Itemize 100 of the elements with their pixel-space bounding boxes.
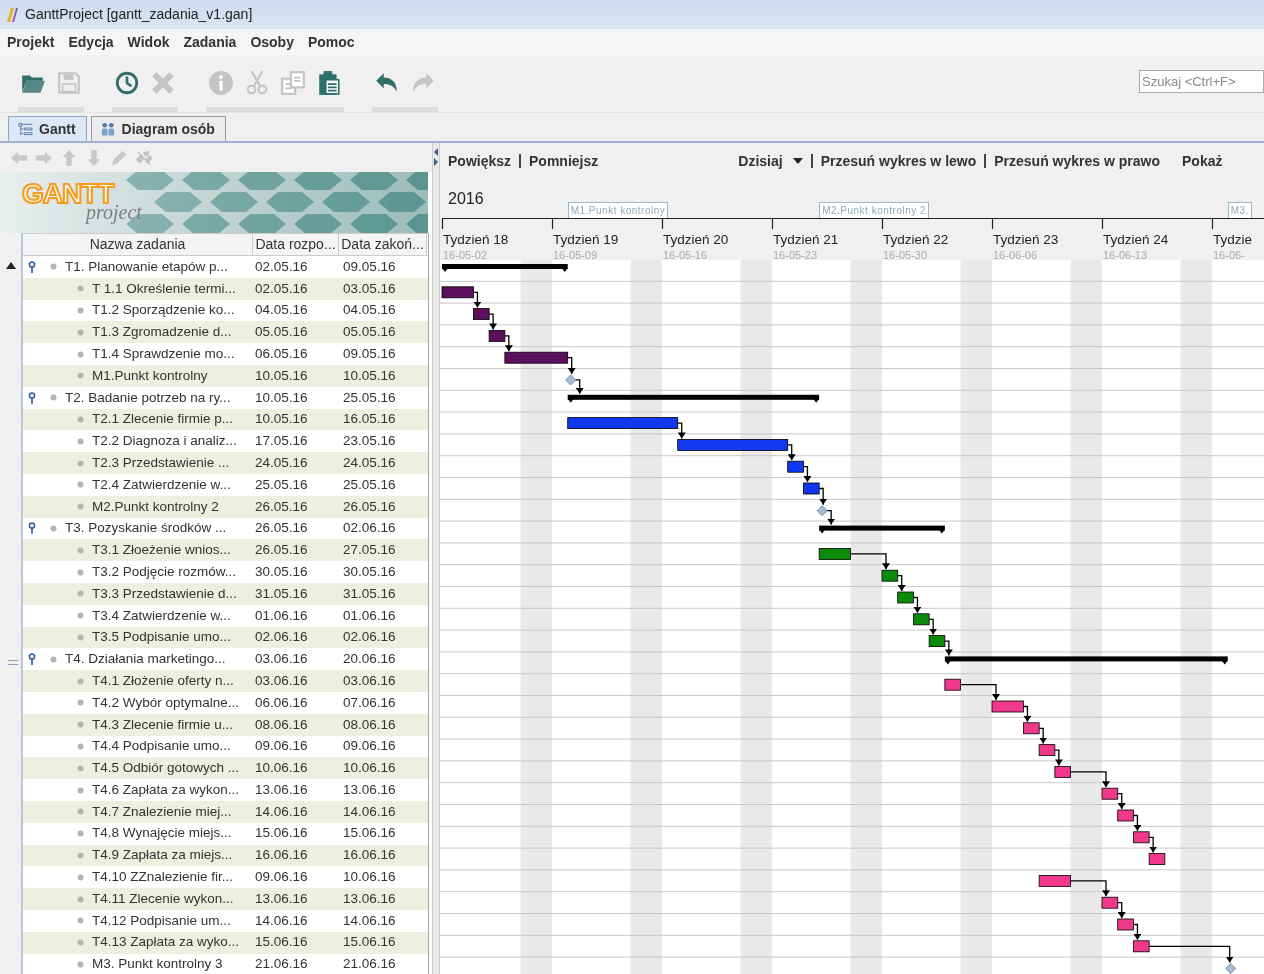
tree-toggle-icon[interactable] (28, 260, 36, 273)
menu-item[interactable]: Widok (120, 31, 177, 53)
task-bar[interactable] (913, 613, 930, 626)
summary-bar[interactable] (819, 525, 945, 534)
table-cell-text: 09.05.16 (342, 344, 397, 363)
table-cell-text: 31.05.16 (254, 584, 309, 603)
tab[interactable]: Diagram osób (90, 116, 226, 141)
task-name: T4.11 Zlecenie wykon... (92, 889, 234, 908)
menu-item[interactable]: Pomoc (300, 31, 362, 53)
task-bar[interactable] (1117, 809, 1134, 822)
tree-list-icon (17, 121, 33, 137)
tree-toggle-icon[interactable] (28, 522, 36, 535)
task-bar[interactable] (991, 700, 1024, 713)
paste-icon (316, 70, 342, 96)
tree-toggle-icon[interactable] (28, 391, 36, 404)
table-cell-text: 08.06.16 (342, 715, 397, 734)
table-cell-text: 02.06.16 (342, 628, 397, 647)
caret-icon[interactable] (792, 158, 803, 164)
table-cell-text: 10.06.16 (254, 759, 309, 778)
task-name: M1.Punkt kontrolny (92, 366, 208, 385)
task-name: T2.2 Diagnoza i analiz... (92, 432, 237, 451)
tree-toggle-icon[interactable] (28, 653, 36, 666)
info-icon (208, 70, 234, 96)
task-name: T1. Planowanie etapów p... (65, 257, 228, 276)
task-bar[interactable] (803, 482, 820, 495)
chart-link[interactable]: Powiększ (448, 150, 512, 172)
summary-bar[interactable] (944, 656, 1228, 665)
table-cell-text: 27.05.16 (342, 541, 397, 560)
scroll-up-icon[interactable] (6, 262, 16, 269)
task-bar[interactable] (1023, 722, 1040, 735)
task-bar[interactable] (441, 286, 474, 299)
task-dot-icon (77, 917, 84, 925)
column-header[interactable]: Data rozpo... (253, 234, 339, 255)
chart-link[interactable]: Pokaż (1182, 150, 1223, 172)
task-bar[interactable] (1038, 744, 1056, 756)
task-name: T2. Badanie potrzeb na ry... (65, 388, 231, 407)
milestone-diamond[interactable] (816, 505, 828, 517)
task-name: T4.6 Zapłata za wykon... (92, 780, 240, 799)
table-cell-text: 05.05.16 (254, 323, 309, 342)
task-bar[interactable] (787, 460, 804, 473)
task-dot-icon (77, 764, 84, 772)
task-bar[interactable] (1117, 918, 1134, 931)
copy-icon (280, 70, 306, 96)
task-name: T4.8 Wynajęcie miejs... (92, 824, 232, 843)
table-cell-text: 13.06.16 (342, 780, 397, 799)
task-bar[interactable] (1101, 787, 1119, 800)
menu-item[interactable]: Edycja (61, 31, 121, 53)
milestone-diamond[interactable] (565, 374, 577, 386)
chart-link[interactable]: Dzisiaj (738, 150, 783, 172)
column-header[interactable]: Data zakoń... (339, 234, 427, 255)
summary-bar[interactable] (567, 394, 820, 403)
table-cell-text: 26.05.16 (342, 497, 397, 516)
menu-item[interactable]: Osoby (243, 31, 301, 53)
task-bar[interactable] (1148, 853, 1166, 865)
table-cell-text: 26.05.16 (254, 541, 309, 560)
task-bar[interactable] (818, 548, 851, 560)
week-date: 16-06-13 (1103, 248, 1148, 263)
task-bar[interactable] (928, 635, 946, 647)
tab[interactable]: Gantt (8, 116, 87, 141)
grip-icon[interactable] (8, 660, 18, 665)
table-cell-text: 02.06.16 (254, 628, 309, 647)
table-cell-text: 24.05.16 (342, 453, 397, 472)
down-arrow-icon (85, 148, 103, 167)
task-bar[interactable] (881, 569, 899, 582)
task-name: T1.4 Sprawdzenie mo... (92, 344, 235, 363)
task-name: T4.5 Odbiór gotowych ... (92, 759, 240, 778)
chart-link[interactable]: Pomniejsz (529, 150, 599, 172)
column-header[interactable]: Nazwa zadania (23, 234, 253, 255)
task-dot-icon (77, 960, 84, 968)
task-dot-icon (50, 655, 57, 663)
task-dot-icon (77, 568, 84, 576)
task-bar[interactable] (1133, 940, 1150, 953)
table-cell-text: 02.05.16 (254, 279, 309, 298)
table-cell-text: 13.06.16 (254, 889, 309, 908)
task-bar[interactable] (488, 330, 506, 342)
milestone-diamond[interactable] (1225, 963, 1237, 974)
chart-link[interactable]: Przesuń wykres w lewo (820, 150, 977, 172)
week-label: Tydzień 21 (773, 231, 839, 249)
menu-item[interactable]: Zadania (176, 31, 244, 53)
task-dot-icon (77, 328, 84, 336)
task-bar[interactable] (897, 591, 914, 604)
chart-link[interactable]: Przesuń wykres w prawo (994, 150, 1160, 172)
task-bar[interactable] (1101, 896, 1119, 909)
splitter-arrows-icon[interactable] (433, 147, 439, 167)
search-field[interactable]: Szukaj <Ctrl+F> (1139, 70, 1264, 93)
task-name: T4. Działania marketingo... (65, 650, 226, 669)
task-name: T3.1 Złoeżenie wnios... (92, 541, 231, 560)
task-dot-icon (77, 742, 84, 750)
task-bar[interactable] (1038, 875, 1071, 887)
week-date: 16-06- (1213, 248, 1245, 263)
week-label: Tydzie (1213, 231, 1253, 249)
unlink-icon (135, 148, 153, 167)
task-bar[interactable] (504, 351, 569, 364)
task-bar[interactable] (944, 678, 961, 691)
summary-bar[interactable] (442, 264, 568, 272)
table-cell-text: 20.06.16 (342, 650, 397, 669)
task-name: T2.4 Zatwierdzenie w... (92, 475, 231, 494)
menu-item[interactable]: Projekt (0, 31, 62, 53)
task-bar[interactable] (1133, 831, 1150, 844)
task-name: T4.3 Zlecenie firmie u... (92, 715, 234, 734)
